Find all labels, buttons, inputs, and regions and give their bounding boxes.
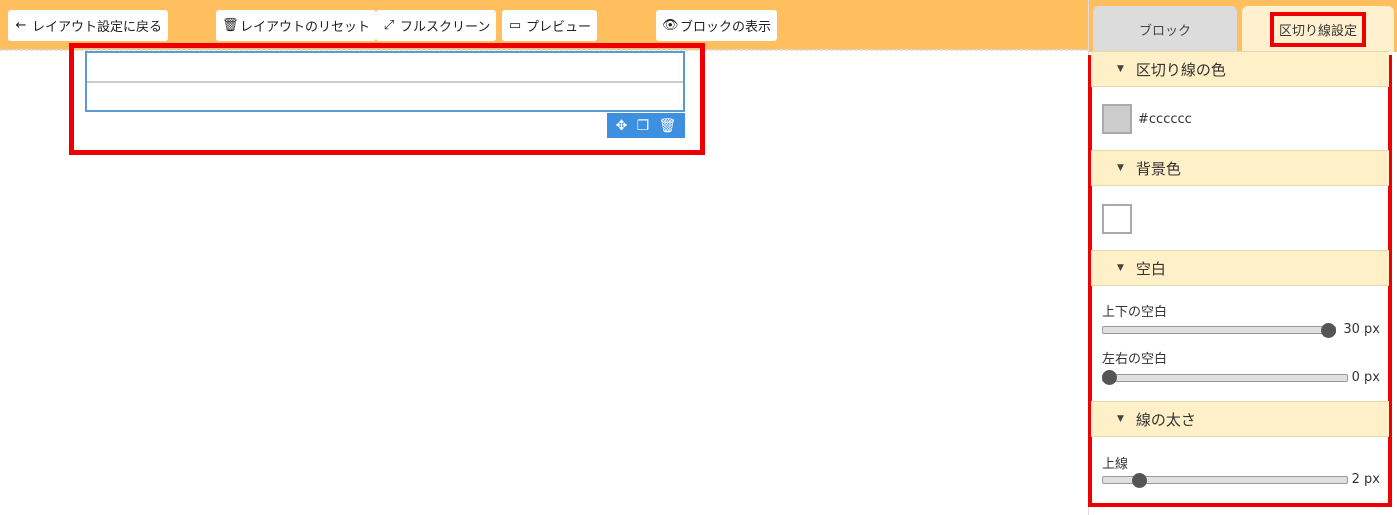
block-tools: ✥ ❐ 🗑: [607, 113, 685, 138]
preview-label: プレビュー: [526, 20, 592, 35]
divider-line: [87, 81, 683, 83]
back-to-layout-label: レイアウト設定に戻る: [32, 20, 163, 35]
reset-layout-label: レイアウトのリセット: [240, 20, 371, 35]
fullscreen-button[interactable]: ⤢ フルスクリーン: [376, 10, 497, 41]
reset-layout-button[interactable]: 🗑 レイアウトのリセット: [216, 10, 377, 41]
line-color-value: #cccccc: [1138, 112, 1192, 127]
section-spacing[interactable]: ▼ 空白: [1091, 250, 1389, 286]
section-line-thickness-title: 線の太さ: [1135, 410, 1196, 429]
vertical-spacing-value: 30 px: [1343, 322, 1380, 337]
expand-icon: ⤢: [383, 18, 395, 33]
horizontal-spacing-slider[interactable]: [1102, 374, 1348, 382]
line-color-swatch[interactable]: [1102, 104, 1132, 134]
arrow-left-icon: ←: [15, 18, 27, 33]
caret-down-icon: ▼: [1117, 163, 1124, 173]
section-line-color-title: 区切り線の色: [1135, 60, 1226, 79]
divider-block[interactable]: [85, 51, 685, 112]
vertical-spacing-label: 上下の空白: [1102, 305, 1168, 320]
show-blocks-label: ブロックの表示: [680, 20, 772, 35]
vertical-spacing-slider[interactable]: [1102, 326, 1336, 334]
section-line-thickness[interactable]: ▼ 線の太さ: [1091, 401, 1389, 437]
panel-tabs: ブロック 区切り線設定: [1089, 0, 1397, 52]
top-line-value: 2 px: [1351, 472, 1380, 487]
trash-icon: 🗑: [222, 18, 239, 33]
tab-block[interactable]: ブロック: [1093, 6, 1237, 52]
move-icon[interactable]: ✥: [616, 119, 628, 133]
caret-down-icon: ▼: [1117, 263, 1124, 273]
tab-divider-settings-label: 区切り線設定: [1269, 11, 1366, 47]
fullscreen-label: フルスクリーン: [400, 20, 491, 35]
window-icon: ▭: [508, 18, 522, 33]
tab-divider-settings[interactable]: 区切り線設定: [1242, 6, 1394, 52]
section-bg-color[interactable]: ▼ 背景色: [1091, 150, 1389, 186]
show-blocks-button[interactable]: 👁 ブロックの表示: [656, 10, 778, 41]
bg-color-swatch[interactable]: [1102, 204, 1132, 234]
caret-down-icon: ▼: [1117, 64, 1124, 74]
delete-icon[interactable]: 🗑: [659, 119, 677, 133]
section-bg-color-title: 背景色: [1135, 159, 1181, 178]
horizontal-spacing-knob[interactable]: [1102, 370, 1117, 385]
horizontal-spacing-value: 0 px: [1351, 370, 1380, 385]
top-line-knob[interactable]: [1132, 473, 1148, 488]
section-line-color[interactable]: ▼ 区切り線の色: [1091, 51, 1389, 87]
top-line-label: 上線: [1102, 457, 1129, 472]
preview-button[interactable]: ▭ プレビュー: [502, 10, 598, 41]
copy-icon[interactable]: ❐: [637, 119, 650, 133]
back-to-layout-button[interactable]: ← レイアウト設定に戻る: [8, 10, 169, 41]
horizontal-spacing-label: 左右の空白: [1102, 352, 1168, 367]
caret-down-icon: ▼: [1117, 414, 1124, 424]
section-spacing-title: 空白: [1135, 259, 1166, 278]
eye-icon: 👁: [662, 18, 679, 33]
